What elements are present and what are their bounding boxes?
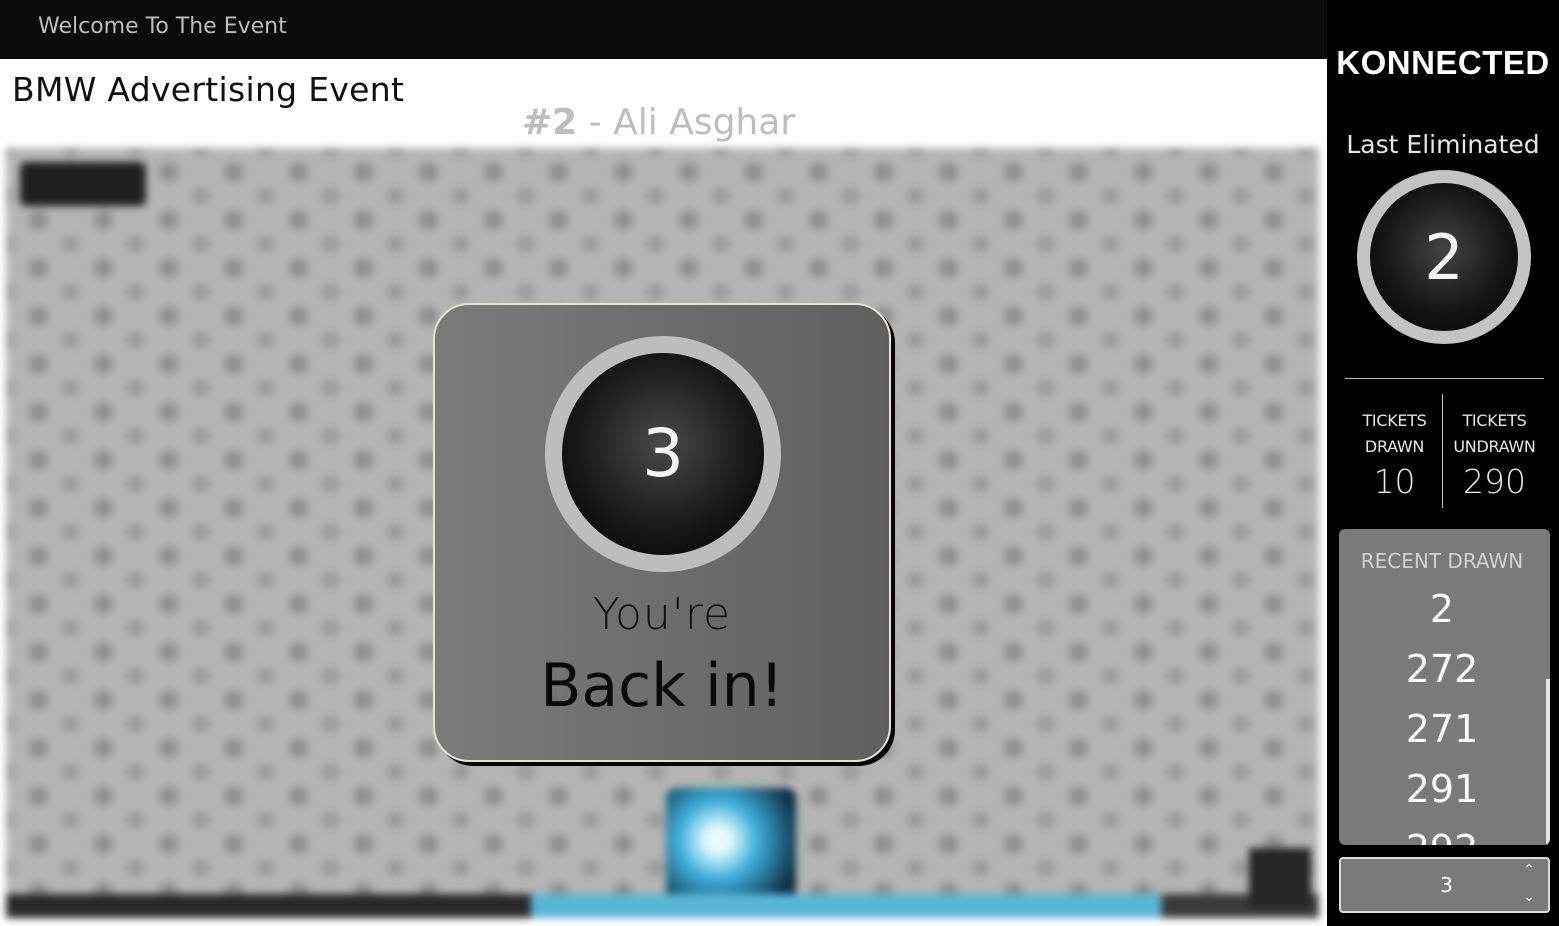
board-progress-strip <box>6 894 1319 918</box>
event-title: BMW Advertising Event <box>12 70 405 109</box>
tickets-undrawn-label: TICKETS UNDRAWN <box>1445 408 1544 460</box>
welcome-title: Welcome To The Event <box>38 14 287 39</box>
modal-message-line1: You're <box>592 589 732 640</box>
sidebar-divider <box>1345 378 1544 379</box>
konnected-logo: KONNECTED <box>1336 44 1550 81</box>
tickets-undrawn-label-line1: TICKETS <box>1462 411 1527 430</box>
modal-ball-number: 3 <box>642 415 684 492</box>
tickets-drawn-label: TICKETS DRAWN <box>1345 408 1444 460</box>
chevron-up-icon[interactable]: ⌃ <box>1520 862 1538 878</box>
tickets-drawn-label-line2: DRAWN <box>1364 437 1425 456</box>
board-corner-block <box>1249 848 1311 908</box>
last-eliminated-title: Last Eliminated <box>1346 130 1540 159</box>
draw-number-field[interactable]: ⌃ ⌄ <box>1339 857 1552 913</box>
tickets-drawn-value: 10 <box>1373 462 1416 501</box>
board-header-tab <box>20 162 146 206</box>
modal-ball-ring: 3 <box>545 336 781 572</box>
tickets-drawn-stat: TICKETS DRAWN 10 <box>1345 392 1444 510</box>
recent-drawn-item: 292 <box>1339 819 1545 845</box>
last-eliminated-ball: 2 <box>1370 183 1518 331</box>
ticket-stats: TICKETS DRAWN 10 TICKETS UNDRAWN 290 <box>1345 392 1544 510</box>
tickets-drawn-label-line1: TICKETS <box>1362 411 1427 430</box>
last-eliminated-number: 2 <box>1424 220 1464 294</box>
right-sidebar: KONNECTED Last Eliminated 2 TICKETS DRAWN… <box>1327 0 1559 926</box>
player-separator: - <box>577 102 614 143</box>
current-player-line: #2 - Ali Asghar <box>522 102 795 143</box>
recent-drawn-item: 2 <box>1429 587 1455 631</box>
modal-message-line2: Back in! <box>540 651 784 721</box>
chevron-down-icon[interactable]: ⌄ <box>1520 889 1538 905</box>
back-in-modal: 3 You're Back in! <box>433 303 891 762</box>
recent-drawn-item: 272 <box>1405 647 1479 691</box>
modal-ball: 3 <box>562 353 764 555</box>
player-name: Ali Asghar <box>613 102 796 143</box>
tickets-undrawn-value: 290 <box>1463 462 1526 501</box>
recent-drawn-item: 291 <box>1405 767 1479 811</box>
last-eliminated-ring: 2 <box>1357 170 1531 344</box>
tickets-undrawn-stat: TICKETS UNDRAWN 290 <box>1445 392 1544 510</box>
recent-drawn-scrollbar[interactable] <box>1546 679 1550 845</box>
recent-drawn-panel[interactable]: RECENT DRAWN 2 272 271 291 292 <box>1339 529 1550 845</box>
top-bar: Welcome To The Event <box>0 0 1327 59</box>
tickets-undrawn-label-line2: UNDRAWN <box>1453 437 1536 456</box>
recent-drawn-title: RECENT DRAWN <box>1360 549 1524 573</box>
recent-drawn-item: 271 <box>1405 707 1479 751</box>
stats-separator <box>1442 394 1443 508</box>
player-number: #2 <box>522 102 578 143</box>
recent-drawn-list: 2 272 271 291 292 <box>1339 579 1545 845</box>
